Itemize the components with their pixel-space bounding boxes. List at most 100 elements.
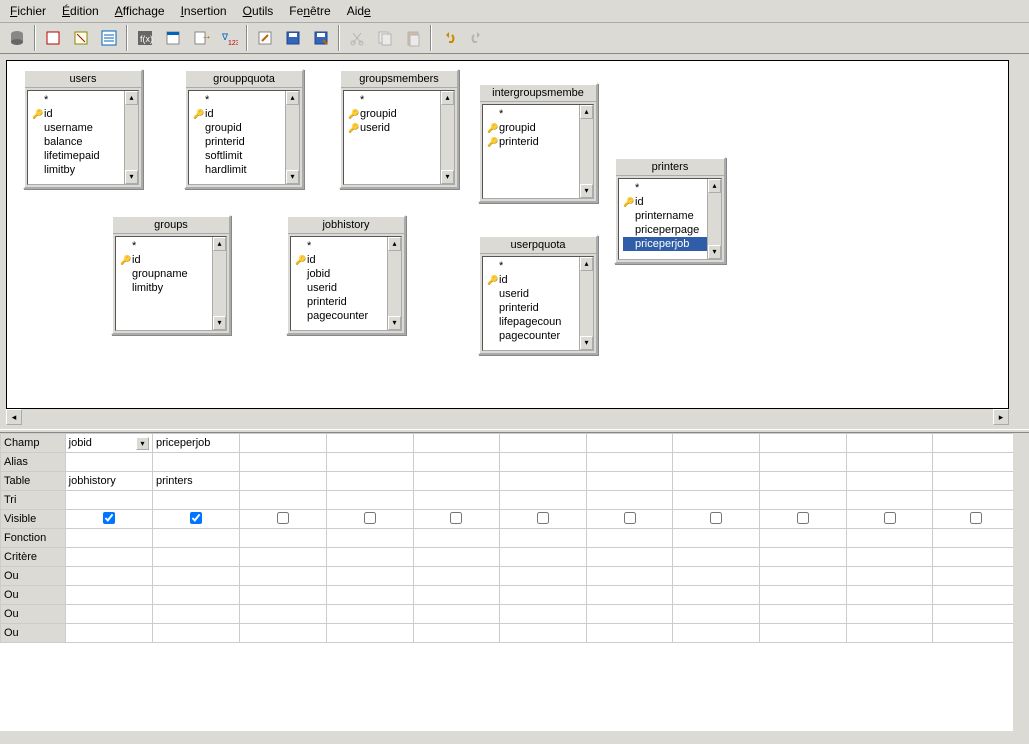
- grid-cell[interactable]: [327, 567, 414, 586]
- canvas-vscroll[interactable]: [1009, 60, 1025, 409]
- grid-cell[interactable]: printers: [152, 472, 239, 491]
- grid-cell[interactable]: [500, 567, 587, 586]
- grid-cell[interactable]: [152, 624, 239, 643]
- table-printergroupsmembers[interactable]: intergroupsmembe *🔑groupid🔑printerid▴▾: [478, 83, 598, 203]
- table-grouppquota[interactable]: grouppquota *🔑idgroupidprinteridsoftlimi…: [184, 69, 304, 189]
- field-row[interactable]: 🔑id: [295, 253, 397, 267]
- grid-cell[interactable]: [152, 510, 239, 529]
- grid-cell[interactable]: [65, 624, 152, 643]
- scrollbar[interactable]: ▴▾: [579, 257, 593, 350]
- grid-cell[interactable]: [760, 434, 847, 453]
- field-row[interactable]: *: [623, 181, 717, 195]
- grid-cell[interactable]: [413, 586, 500, 605]
- grid-cell[interactable]: [586, 529, 673, 548]
- grid-cell[interactable]: [327, 491, 414, 510]
- grid-cell[interactable]: [673, 510, 760, 529]
- grid-cell[interactable]: [152, 605, 239, 624]
- field-row[interactable]: softlimit: [193, 149, 295, 163]
- grid-cell[interactable]: [673, 434, 760, 453]
- grid-cell[interactable]: [240, 548, 327, 567]
- field-row[interactable]: lifetimepaid: [32, 149, 134, 163]
- query-grid[interactable]: Champjobid▾priceperjob Alias Tablejobhis…: [0, 433, 1020, 643]
- grid-cell[interactable]: [240, 434, 327, 453]
- visible-checkbox[interactable]: [710, 512, 722, 524]
- grid-cell[interactable]: [846, 567, 933, 586]
- field-row[interactable]: groupname: [120, 267, 222, 281]
- grid-cell[interactable]: [413, 491, 500, 510]
- grid-cell[interactable]: [413, 529, 500, 548]
- grid-cell[interactable]: [500, 529, 587, 548]
- save-as-icon[interactable]: [308, 25, 334, 51]
- grid-cell[interactable]: [240, 453, 327, 472]
- visible-checkbox[interactable]: [884, 512, 896, 524]
- grid-cell[interactable]: [240, 605, 327, 624]
- field-row[interactable]: 🔑printerid: [487, 135, 589, 149]
- visible-checkbox[interactable]: [277, 512, 289, 524]
- grid-cell[interactable]: [846, 510, 933, 529]
- grid-cell[interactable]: [413, 605, 500, 624]
- save-icon[interactable]: [280, 25, 306, 51]
- menu-edit[interactable]: Édition: [56, 2, 105, 20]
- grid-cell[interactable]: [152, 529, 239, 548]
- grid-cell[interactable]: [327, 434, 414, 453]
- grid-cell[interactable]: [327, 529, 414, 548]
- grid-cell[interactable]: priceperjob: [152, 434, 239, 453]
- table-userpquota[interactable]: userpquota *🔑iduseridprinteridlifepageco…: [478, 235, 598, 355]
- field-row[interactable]: 🔑id: [487, 273, 589, 287]
- scrollbar[interactable]: ▴▾: [387, 237, 401, 330]
- grid-cell[interactable]: [240, 529, 327, 548]
- field-row[interactable]: 🔑userid: [348, 121, 450, 135]
- grid-cell[interactable]: [240, 586, 327, 605]
- grid-cell[interactable]: [586, 605, 673, 624]
- field-row[interactable]: *: [295, 239, 397, 253]
- grid-cell[interactable]: [673, 491, 760, 510]
- grid-cell[interactable]: [65, 548, 152, 567]
- grid-cell[interactable]: [500, 434, 587, 453]
- menu-view[interactable]: Affichage: [109, 2, 171, 20]
- clear-query-icon[interactable]: [68, 25, 94, 51]
- table-jobhistory[interactable]: jobhistory *🔑idjobiduseridprinteridpagec…: [286, 215, 406, 335]
- grid-cell[interactable]: [65, 491, 152, 510]
- grid-cell[interactable]: [500, 548, 587, 567]
- menu-insert[interactable]: Insertion: [175, 2, 233, 20]
- grid-cell[interactable]: [760, 472, 847, 491]
- grid-cell[interactable]: jobid▾: [65, 434, 152, 453]
- field-row[interactable]: limitby: [32, 163, 134, 177]
- grid-cell[interactable]: [327, 586, 414, 605]
- grid-cell[interactable]: [152, 567, 239, 586]
- grid-cell[interactable]: [413, 472, 500, 491]
- scrollbar[interactable]: ▴▾: [124, 91, 138, 184]
- grid-cell[interactable]: [846, 491, 933, 510]
- grid-cell[interactable]: [933, 586, 1020, 605]
- undo-icon[interactable]: [436, 25, 462, 51]
- grid-cell[interactable]: [65, 567, 152, 586]
- scrollbar[interactable]: ▴▾: [579, 105, 593, 198]
- grid-cell[interactable]: [846, 624, 933, 643]
- grid-cell[interactable]: [933, 472, 1020, 491]
- grid-cell[interactable]: [673, 567, 760, 586]
- grid-cell[interactable]: [413, 548, 500, 567]
- grid-cell[interactable]: [586, 586, 673, 605]
- grid-cell[interactable]: [413, 453, 500, 472]
- field-row[interactable]: printerid: [295, 295, 397, 309]
- grid-cell[interactable]: [673, 605, 760, 624]
- grid-cell[interactable]: [673, 624, 760, 643]
- field-row[interactable]: hardlimit: [193, 163, 295, 177]
- field-row[interactable]: *: [348, 93, 450, 107]
- grid-cell[interactable]: [846, 529, 933, 548]
- grid-cell[interactable]: [673, 453, 760, 472]
- field-row[interactable]: 🔑id: [623, 195, 717, 209]
- grid-cell[interactable]: jobhistory: [65, 472, 152, 491]
- grid-cell[interactable]: [413, 510, 500, 529]
- grid-cell[interactable]: [327, 453, 414, 472]
- grid-cell[interactable]: [846, 586, 933, 605]
- field-row[interactable]: pagecounter: [295, 309, 397, 323]
- field-row[interactable]: printerid: [487, 301, 589, 315]
- grid-cell[interactable]: [933, 605, 1020, 624]
- grid-cell[interactable]: [933, 453, 1020, 472]
- grid-cell[interactable]: [500, 586, 587, 605]
- grid-cell[interactable]: [500, 624, 587, 643]
- distinct-icon[interactable]: ∇123!: [216, 25, 242, 51]
- visible-checkbox[interactable]: [797, 512, 809, 524]
- grid-cell[interactable]: [240, 491, 327, 510]
